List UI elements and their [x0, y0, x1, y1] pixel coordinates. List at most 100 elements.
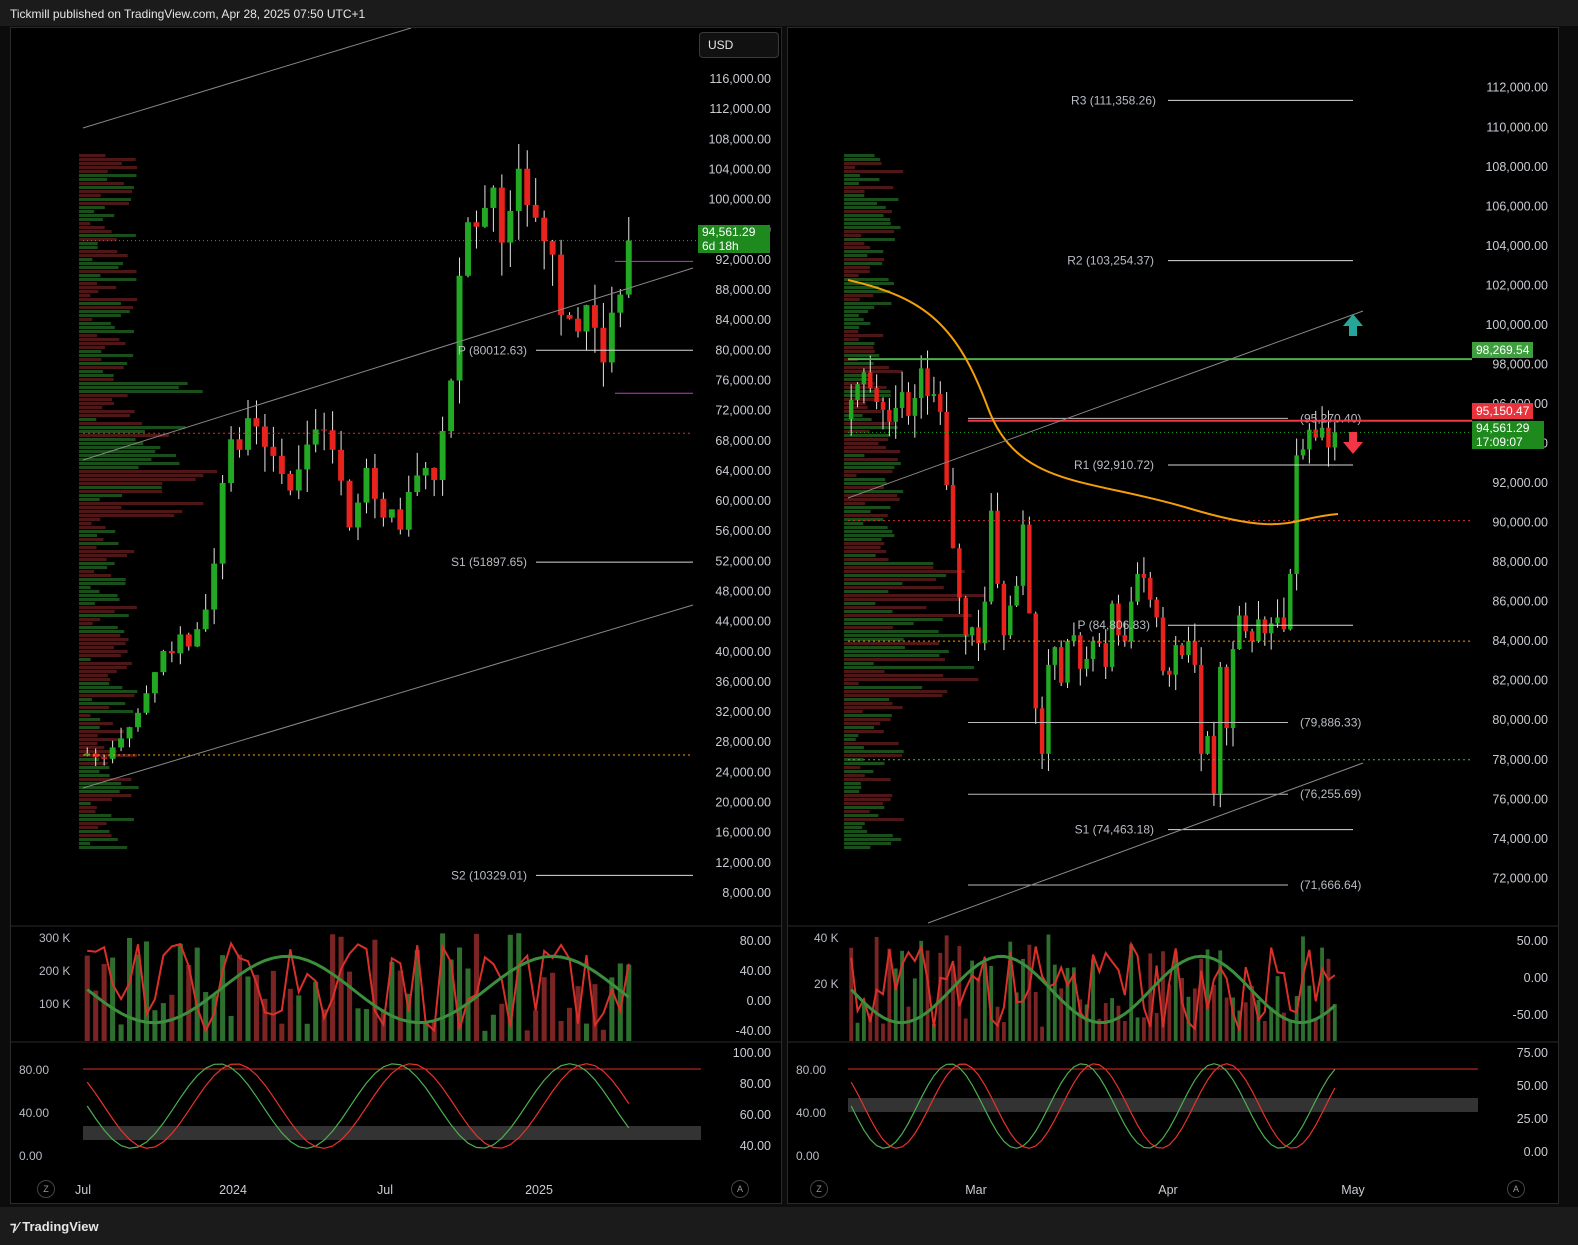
candle-body — [371, 467, 378, 499]
volume-profile-bar — [79, 406, 103, 409]
candle-body — [1313, 429, 1318, 438]
volume-profile-bar — [844, 666, 975, 669]
volume-profile-bar — [79, 338, 120, 341]
publish-header-text: Tickmill published on TradingView.com, A… — [10, 7, 366, 21]
volume-profile-bar — [79, 590, 100, 593]
volume-profile-bar — [79, 846, 128, 849]
volume-profile-bar — [79, 834, 112, 837]
currency-selector[interactable]: USD — [699, 32, 779, 58]
volume-profile-bar — [79, 582, 126, 585]
level-tag-98269: 98,269.54 — [1476, 343, 1530, 357]
volume-profile-bar — [844, 294, 874, 297]
volume-profile-bar — [844, 442, 879, 445]
left-zoom-button[interactable]: Z — [37, 1180, 55, 1198]
volume-bar — [1148, 953, 1153, 1041]
candle-body — [253, 418, 260, 427]
volume-profile-bar — [79, 546, 97, 549]
volume-profile-bar — [79, 410, 135, 413]
a-label: A — [736, 1184, 743, 1194]
left-chart-panel[interactable]: 116,000.00 112,000.00 108,000.00 104,000.00… — [10, 27, 782, 1204]
volume-bar — [1135, 1017, 1140, 1041]
volume-profile-bar — [844, 170, 904, 173]
volume-bar — [296, 995, 302, 1041]
volume-profile-bar — [844, 202, 878, 205]
volume-profile-bar — [79, 686, 123, 689]
stochastic-left-tick: 0.00 — [796, 1149, 820, 1163]
volume-profile-bar — [844, 478, 886, 481]
volume-profile-bar — [79, 790, 120, 793]
volume-bar — [944, 935, 949, 1041]
stochastic-right-tick: 75.00 — [1517, 1046, 1548, 1060]
candle-body — [1001, 583, 1007, 636]
volume-profile-bar — [844, 654, 940, 657]
price-axis-tick: 100,000.00 — [1485, 318, 1548, 332]
volume-profile-bar — [79, 798, 112, 801]
candle-body — [931, 394, 937, 397]
volume-profile-bar — [79, 298, 138, 301]
right-zoom-button[interactable]: Z — [810, 1180, 828, 1198]
pivot-label: S2 (10329.01) — [451, 868, 527, 882]
volume-profile-bar — [844, 222, 891, 225]
volume-profile-bar — [79, 462, 180, 465]
candle-body — [541, 217, 548, 242]
volume-profile-bar — [844, 342, 875, 345]
candle-body — [1211, 736, 1217, 794]
time-axis-tick: Jul — [377, 1183, 393, 1197]
volume-profile-bar — [844, 734, 859, 737]
candle-body — [1332, 432, 1338, 448]
candle-body — [1167, 670, 1172, 675]
candle-body — [566, 314, 573, 319]
volume-bar — [490, 1014, 496, 1041]
right-chart-svg[interactable]: 112,000.00 110,000.00 108,000.00 106,000.00… — [788, 28, 1558, 1203]
volume-profile-bar — [79, 826, 99, 829]
volume-profile-bar — [844, 774, 865, 777]
volume-bar — [152, 1010, 158, 1041]
volume-profile-bar — [79, 342, 126, 345]
candle-body — [143, 693, 150, 713]
volume-profile-bar — [844, 558, 889, 561]
volume-bar — [912, 978, 917, 1041]
volume-profile-bar — [844, 470, 893, 473]
volume-profile-bar — [844, 562, 934, 565]
price-axis-tick: 108,000.00 — [708, 132, 771, 146]
candle-body — [893, 407, 898, 422]
time-axis-tick: Mar — [965, 1183, 987, 1197]
currency-label: USD — [708, 38, 734, 52]
volume-profile-bar — [79, 362, 128, 365]
volume-profile-bar — [79, 426, 186, 429]
volume-profile-bar — [79, 206, 105, 209]
stochastic-left-tick: 40.00 — [19, 1106, 49, 1120]
volume-bar — [1122, 1020, 1127, 1041]
volume-bar — [862, 1004, 866, 1041]
candle-body — [1027, 524, 1032, 614]
price-axis-tick: 48,000.00 — [715, 585, 771, 599]
volume-profile-bar — [79, 814, 112, 817]
right-chart-panel[interactable]: 112,000.00 110,000.00 108,000.00 106,000.00… — [787, 27, 1559, 1204]
volume-bar — [1262, 1020, 1267, 1041]
volume-bar — [110, 957, 116, 1041]
stochastic-left-tick: 80.00 — [796, 1063, 826, 1077]
candle-body — [498, 187, 505, 243]
volume-profile-bar — [79, 534, 98, 537]
volume-profile-bar — [79, 602, 95, 605]
volume-profile-bar — [844, 614, 972, 617]
stochastic-right-tick: 50.00 — [1517, 1079, 1548, 1093]
volume-profile-bar — [79, 278, 137, 281]
volume-profile-bar — [844, 586, 944, 589]
volume-profile-bar — [79, 222, 91, 225]
volume-bar — [363, 1009, 369, 1041]
volume-bar — [583, 1023, 589, 1041]
volume-bar — [516, 933, 522, 1041]
left-auto-scale-button[interactable]: A — [731, 1180, 749, 1198]
candle-body — [532, 204, 539, 218]
candle-body — [918, 368, 924, 399]
candle-body — [490, 187, 497, 208]
candle-body — [151, 672, 158, 694]
volume-profile-bar — [79, 258, 93, 261]
candle-body — [1065, 641, 1070, 683]
tradingview-logo[interactable]: ⁊⁄ TradingView — [10, 1219, 99, 1235]
candle-body — [126, 727, 133, 739]
left-chart-svg[interactable]: 116,000.00 112,000.00 108,000.00 104,000.00… — [11, 27, 781, 1203]
right-auto-scale-button[interactable]: A — [1507, 1180, 1525, 1198]
right-level-tag-green: 98,269.54 — [1472, 342, 1534, 358]
